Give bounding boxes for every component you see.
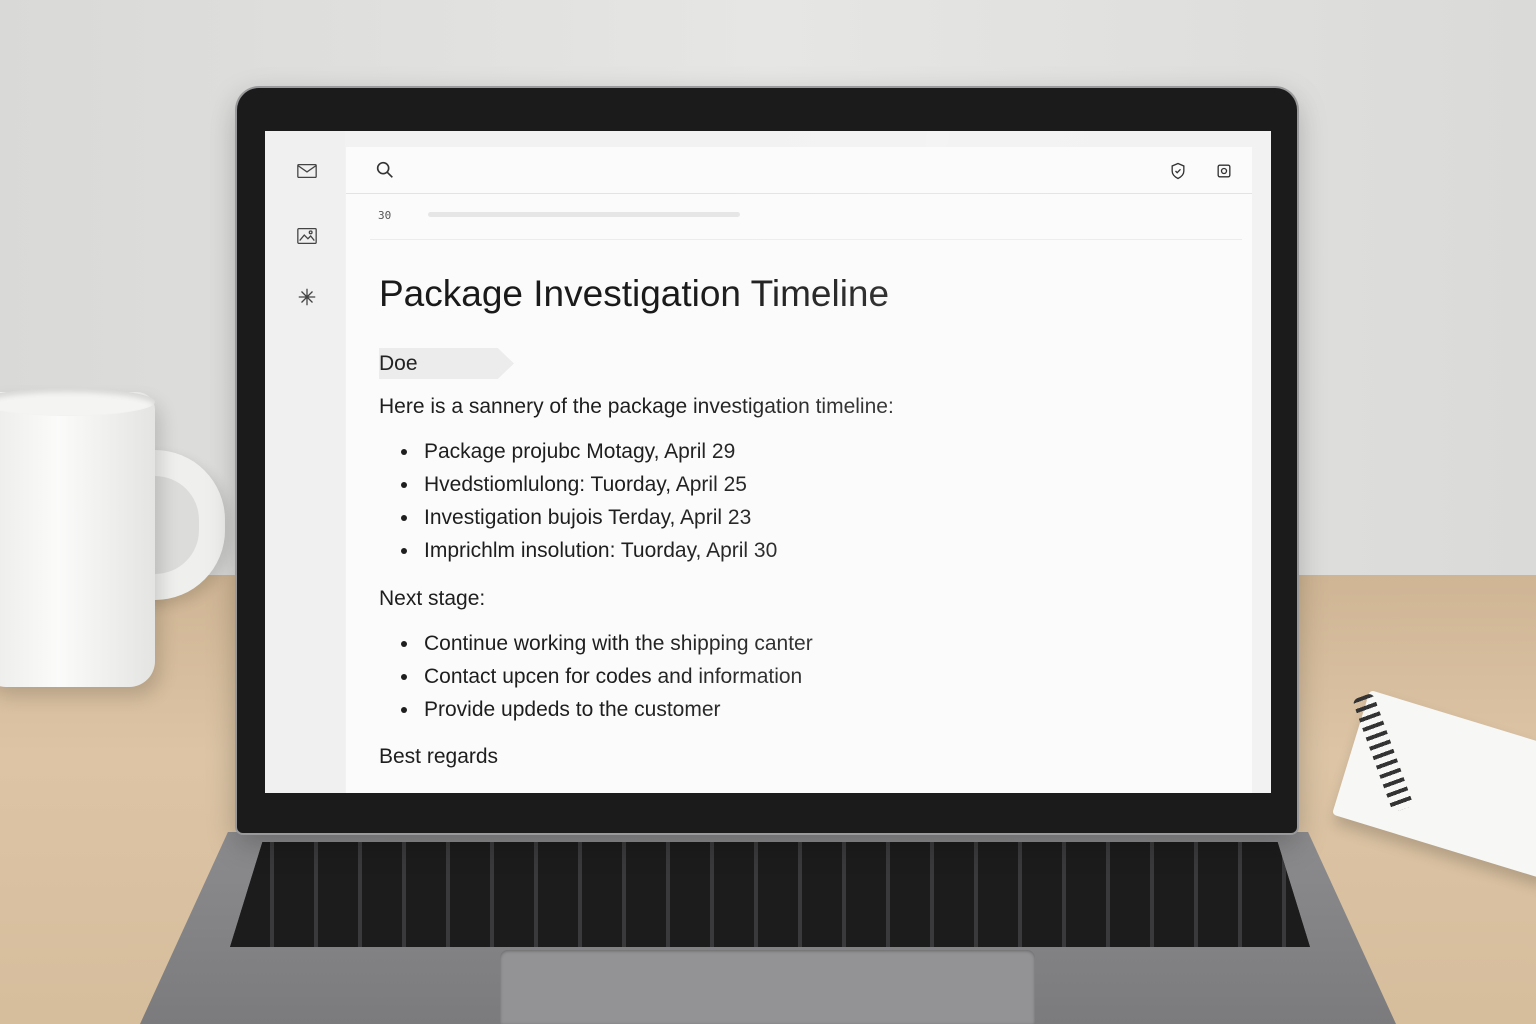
progress-bar-row: 30 [370,197,1242,240]
keyboard [230,842,1310,947]
list-item: Imprichlm insolution: Tuorday, April 30 [379,534,777,567]
mail-icon[interactable] [295,159,319,183]
list-item: Hvedstiomlulong: Tuorday, April 25 [379,468,777,501]
image-icon[interactable] [295,224,319,248]
list-item: Contact upcen for codes and information [379,660,813,693]
list-item: Provide updeds to the customer [379,693,813,726]
shield-check-icon[interactable] [1168,161,1188,181]
coffee-mug [0,392,155,687]
document-pane: 30 Package Investigation Timeline Doe He… [346,147,1252,793]
item-count: 30 [378,209,392,222]
next-stage-heading: Next stage: [379,587,486,610]
closing-text: Best regards [379,745,499,768]
next-steps-list: Continue working with the shipping cante… [379,627,813,726]
progress-track [428,212,740,217]
status-badge[interactable]: Doe [379,348,514,379]
search-icon[interactable] [374,159,396,181]
list-item: Continue working with the shipping cante… [379,627,813,660]
timeline-list: Package projubc Motagy, April 29 Hvedsti… [379,435,777,567]
trackpad [500,950,1035,1024]
list-item: Investigation bujois Terday, April 23 [379,501,777,534]
list-item: Package projubc Motagy, April 29 [379,435,777,468]
status-badge-label: Doe [379,352,418,375]
sparkle-icon[interactable] [295,285,319,309]
page-title: Package Investigation Timeline [379,273,890,314]
sidebar [265,131,345,793]
toolbar [346,147,1252,194]
record-icon[interactable] [1214,161,1234,181]
laptop-screen: 30 Package Investigation Timeline Doe He… [265,131,1271,793]
intro-text: Here is a sannery of the package investi… [379,395,894,418]
